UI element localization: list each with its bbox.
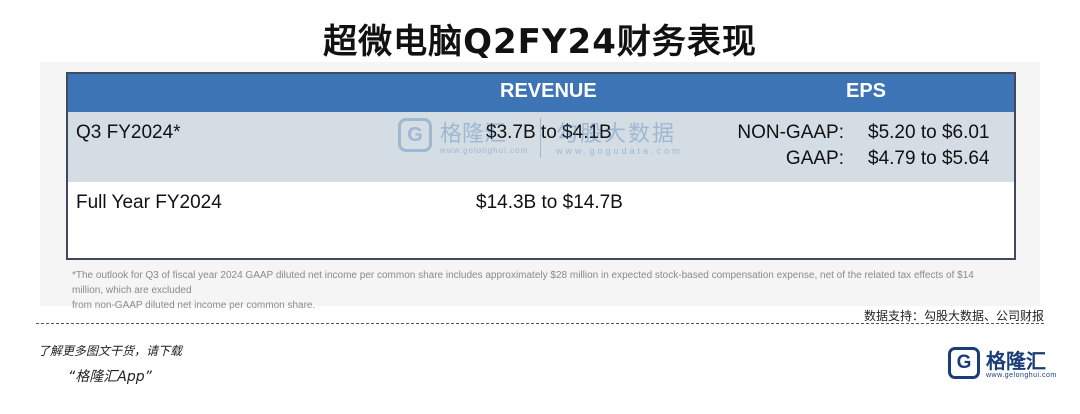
eps-value-gaap: $4.79 to $5.64 <box>868 148 990 169</box>
page-title: 超微电脑Q2FY24财务表现 <box>323 22 757 62</box>
promo-text: 了解更多图文干货，请下载 <box>38 344 183 358</box>
row-revenue: $14.3B to $14.7B <box>476 192 623 213</box>
divider <box>36 323 1044 324</box>
header-eps: EPS <box>846 80 887 102</box>
header-revenue: REVENUE <box>500 80 597 102</box>
table-header: REVENUE EPS <box>68 74 1014 112</box>
gelonghui-logo-icon: G <box>948 347 980 379</box>
footnote-line: *The outlook for Q3 of fiscal year 2024 … <box>72 270 974 296</box>
brand-name: 格隆汇 <box>986 349 1046 373</box>
eps-label-gaap: GAAP: <box>785 148 844 169</box>
brand-logo: G 格隆汇 www.gelonghui.com <box>948 345 1056 385</box>
gelonghui-logo-icon: G <box>398 118 432 152</box>
watermark-product-url: www.gogudata.com <box>556 146 683 156</box>
table-row: Full Year FY2024 $14.3B to $14.7B <box>68 182 1014 258</box>
brand-url: www.gelonghui.com <box>986 372 1057 379</box>
guidance-table: REVENUE EPS Q3 FY2024* $3.7B to $4.1B NO… <box>66 72 1016 260</box>
watermark-product: 勾股大数据 <box>556 122 677 147</box>
promo-app-name: “格隆汇App” <box>68 369 152 385</box>
watermark: G 格隆汇 www.gelonghui.com 勾股大数据 www.goguda… <box>398 114 728 174</box>
eps-label-nongaap: NON-GAAP: <box>737 122 844 143</box>
footnote-line: from non-GAAP diluted net income per com… <box>72 300 316 311</box>
watermark-brand: 格隆汇 <box>440 122 507 147</box>
footnote: *The outlook for Q3 of fiscal year 2024 … <box>72 268 1002 313</box>
data-source: 数据支持：勾股大数据、公司财报 <box>863 309 1044 323</box>
eps-value-nongaap: $5.20 to $6.01 <box>868 122 990 143</box>
watermark-brand-url: www.gelonghui.com <box>440 146 529 155</box>
row-period: Q3 FY2024* <box>76 122 181 143</box>
row-period: Full Year FY2024 <box>76 192 222 213</box>
watermark-divider <box>540 118 541 158</box>
